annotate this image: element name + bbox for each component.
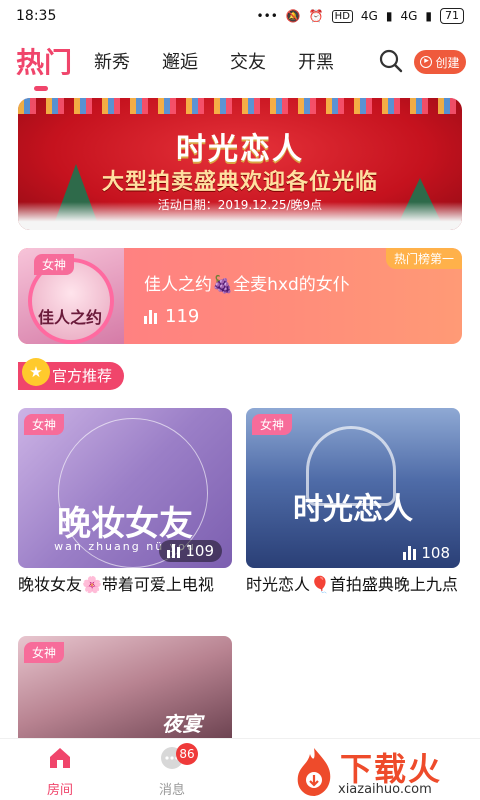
- status-icons: ••• 🔕 ⏰ HD 4G ▮ 4G ▮ 71: [257, 8, 464, 24]
- official-recommend-text: 官方推荐: [52, 367, 113, 385]
- room-card[interactable]: 女神 夜宴: [18, 636, 232, 738]
- banner-lights: [18, 98, 462, 114]
- room-overlay-title: 晚妆女友: [57, 504, 193, 544]
- signal-bars-icon: ▮: [385, 9, 393, 23]
- room-audience-count: 109: [159, 540, 222, 562]
- banner-title: 时光恋人: [176, 132, 304, 167]
- tab-game[interactable]: 开黑: [298, 48, 334, 74]
- create-label: 创建: [435, 55, 460, 70]
- mute-icon: 🔕: [285, 9, 301, 23]
- alarm-icon: ⏰: [308, 9, 324, 23]
- goddess-tag: 女神: [24, 642, 65, 663]
- nav-messages[interactable]: 消息 86: [132, 743, 212, 798]
- watermark: 下载火 xiazaihuo.com: [292, 744, 472, 800]
- goddess-tag: 女神: [24, 414, 65, 435]
- room-caption[interactable]: 晚妆女友🌸带着可爱上电视: [18, 574, 232, 596]
- tab-friends[interactable]: 交友: [230, 48, 266, 74]
- audience-bars-icon: [167, 544, 181, 558]
- tab-hot-label: 热门: [16, 46, 73, 79]
- nav-rooms[interactable]: 房间: [20, 745, 100, 798]
- search-button[interactable]: [378, 48, 404, 74]
- status-time: 18:35: [16, 8, 57, 24]
- banner-date: 活动日期：2019.12.25/晚9点: [157, 198, 323, 212]
- room-caption[interactable]: 时光恋人🎈首拍盛典晚上九点: [246, 574, 460, 596]
- unread-badge: 86: [176, 743, 198, 765]
- room-count-value: 109: [185, 542, 214, 560]
- room-overlay-title: 时光恋人: [293, 492, 413, 527]
- battery-indicator: 71: [440, 8, 464, 24]
- hd-icon: HD: [331, 9, 353, 23]
- top-nav: 热门 新秀 邂逅 交友 开黑 ▸ 创建: [0, 32, 480, 91]
- create-button[interactable]: ▸ 创建: [414, 50, 466, 74]
- room-audience-count: 108: [403, 544, 450, 562]
- tab-encounter[interactable]: 邂逅: [162, 48, 198, 74]
- trophy-icon: ★: [22, 358, 50, 386]
- banner-subtitle: 大型拍卖盛典欢迎各位光临: [101, 170, 378, 195]
- status-bar: 18:35 ••• 🔕 ⏰ HD 4G ▮ 4G ▮ 71: [0, 0, 480, 32]
- flame-logo-icon: [297, 748, 331, 796]
- room-overlay-title: 夜宴: [162, 712, 202, 736]
- room-card[interactable]: 女神 时光恋人 108: [246, 408, 460, 568]
- hot-room-count-value: 119: [165, 306, 200, 327]
- more-dots-icon: •••: [256, 9, 278, 23]
- event-banner[interactable]: 时光恋人 大型拍卖盛典欢迎各位光临 活动日期：2019.12.25/晚9点: [18, 98, 462, 230]
- official-recommend-label: ★ 官方推荐: [18, 358, 125, 390]
- tab-hot-indicator: [34, 86, 48, 91]
- search-icon: [379, 49, 403, 73]
- nav-rooms-label: 房间: [46, 783, 73, 798]
- tab-new[interactable]: 新秀: [94, 48, 130, 74]
- audience-bars-icon: [403, 546, 417, 560]
- room-card[interactable]: 女神 晚妆女友 wan zhuang nü you 109: [18, 408, 232, 568]
- watermark-domain: xiazaihuo.com: [338, 782, 432, 797]
- hot-rank-badge: 热门榜第一: [385, 248, 462, 269]
- hot-room-card[interactable]: 佳人之约 女神 佳人之约🍇全麦hxd的女仆 119 热门榜第一: [18, 248, 462, 344]
- hot-room-thumb-text: 佳人之约: [38, 308, 103, 327]
- room-count-value: 108: [421, 544, 450, 562]
- home-icon: [50, 748, 70, 768]
- signal-bars-2-icon: ▮: [425, 9, 432, 23]
- create-icon: ▸: [420, 56, 433, 68]
- tab-hot[interactable]: 热门: [16, 41, 73, 91]
- audience-bars-icon: [144, 309, 157, 324]
- goddess-tag: 女神: [34, 254, 75, 275]
- signal-2-label: 4G: [400, 9, 418, 23]
- signal-1-label: 4G: [360, 9, 378, 23]
- hot-room-count: 119: [144, 306, 199, 327]
- goddess-tag: 女神: [252, 414, 293, 435]
- nav-messages-label: 消息: [158, 783, 185, 798]
- hot-room-title: 佳人之约🍇全麦hxd的女仆: [144, 275, 350, 295]
